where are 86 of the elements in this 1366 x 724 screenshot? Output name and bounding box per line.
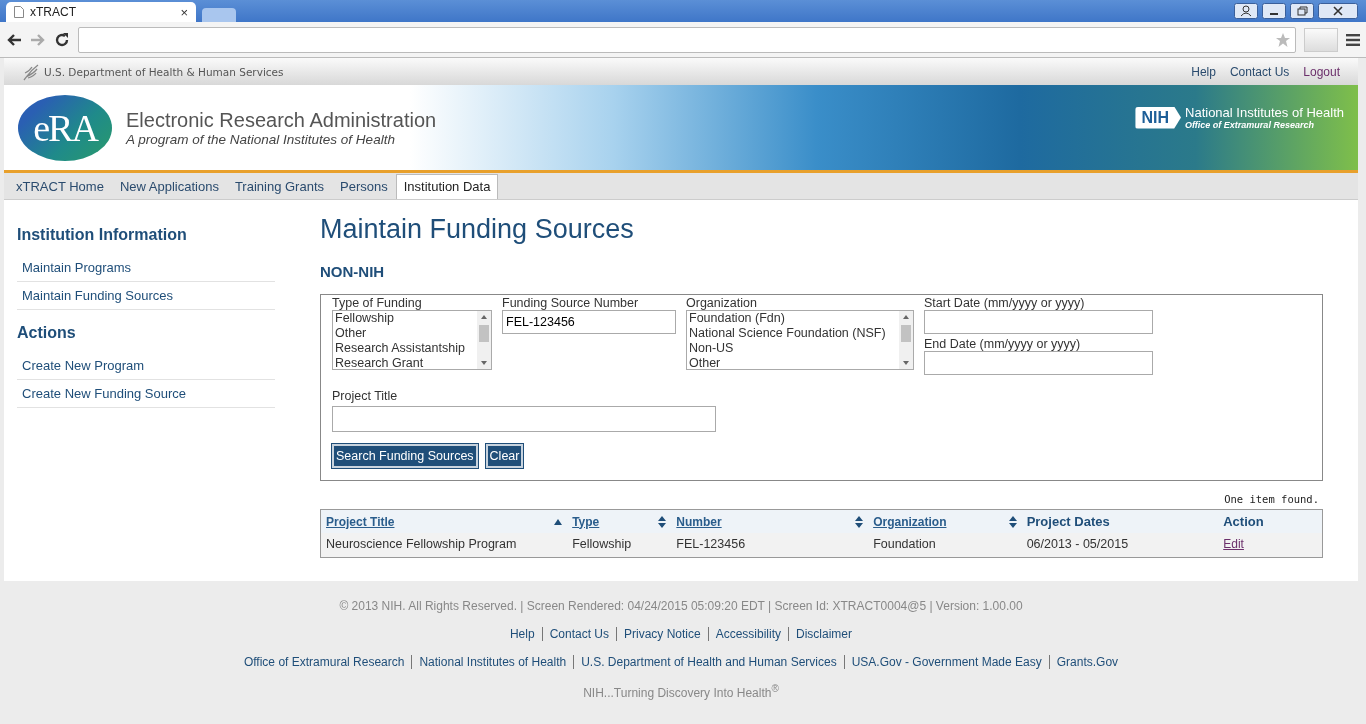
column-sort-link[interactable]: Project Title	[326, 514, 395, 529]
funding-number-field[interactable]: FEL-123456	[502, 310, 676, 334]
footer-link[interactable]: U.S. Department of Health and Human Services	[581, 655, 837, 669]
footer-link[interactable]: Grants.Gov	[1056, 655, 1119, 669]
nav-tab[interactable]: xTRACT Home	[8, 174, 112, 199]
header-link[interactable]: Contact Us	[1229, 64, 1290, 79]
nih-logo: NIH	[1135, 106, 1181, 129]
list-option[interactable]: National Science Foundation (NSF)	[689, 326, 899, 341]
page-icon	[14, 6, 24, 18]
back-icon[interactable]	[6, 32, 22, 47]
field-label: Project Title	[332, 389, 399, 403]
footer-link[interactable]: Accessibility	[715, 627, 782, 641]
field-label: Funding Source Number	[502, 296, 640, 310]
sort-ascending-icon[interactable]	[554, 518, 563, 525]
close-icon[interactable]	[1318, 3, 1358, 19]
sort-icon[interactable]	[658, 515, 667, 528]
table-cell: FEL-123456	[676, 537, 746, 551]
column-header: Action	[1223, 514, 1264, 529]
field-label: Type of Funding	[332, 296, 423, 310]
sidebar-link[interactable]: Maintain Funding Sources	[17, 282, 275, 310]
project-title-field[interactable]	[332, 406, 716, 432]
list-option[interactable]: Research Assistantship	[335, 341, 477, 356]
sort-icon[interactable]	[855, 515, 864, 528]
minimize-icon[interactable]	[1262, 3, 1286, 19]
star-icon[interactable]	[1275, 31, 1291, 48]
list-option[interactable]: Other	[689, 356, 899, 369]
sidebar-heading: Actions	[17, 324, 77, 342]
nav-tab[interactable]: Training Grants	[226, 174, 332, 199]
restore-icon[interactable]	[1290, 3, 1314, 19]
table-cell: Fellowship	[572, 537, 632, 551]
table-cell: Foundation	[873, 537, 936, 551]
result-count: One item found.	[1223, 493, 1319, 505]
nih-title: National Institutes of Health	[1185, 105, 1344, 120]
banner-title: Electronic Research Administration	[126, 108, 437, 132]
table-cell: 06/2013 - 05/2015	[1026, 537, 1129, 551]
list-option[interactable]: Foundation (Fdn)	[689, 311, 899, 326]
list-option[interactable]: Other	[335, 326, 477, 341]
organization-listbox[interactable]: Foundation (Fdn) National Science Foundation (NSF) Non-US Other	[686, 310, 914, 370]
edit-link[interactable]: Edit	[1223, 537, 1244, 551]
field-label: End Date (mm/yyyy or yyyy)	[924, 337, 1082, 351]
list-option[interactable]: Research Grant	[335, 356, 477, 369]
scrollbar-drawing[interactable]	[899, 311, 913, 369]
sort-icon[interactable]	[1008, 515, 1017, 528]
agency-name: U.S. Department of Health & Human Services	[44, 65, 284, 78]
sidebar-link[interactable]: Maintain Programs	[17, 254, 275, 282]
footer-link[interactable]: Help	[509, 627, 535, 641]
footer-link[interactable]: USA.Gov - Government Made Easy	[851, 655, 1042, 669]
browser-tab[interactable]: xTRACT ×	[6, 2, 196, 22]
nav-tab[interactable]: New Applications	[111, 174, 227, 199]
list-option[interactable]: Non-US	[689, 341, 899, 356]
form-button[interactable]: Clear	[485, 444, 524, 468]
table-cell: Neuroscience Fellowship Program	[326, 537, 517, 551]
user-icon[interactable]	[1234, 3, 1258, 19]
nih-subtitle: Office of Extramural Research	[1185, 120, 1315, 130]
nav-tab[interactable]: Persons	[332, 174, 396, 199]
footer-link[interactable]: Disclaimer	[796, 627, 853, 641]
header-link[interactable]: Help	[1191, 64, 1216, 79]
tagline: NIH...Turning Discovery Into Health$^{®}$	[582, 683, 780, 700]
page-title: Maintain Funding Sources	[320, 214, 635, 245]
sidebar-link[interactable]: Create New Funding Source	[17, 380, 275, 408]
field-label: Organization	[686, 296, 758, 310]
list-option[interactable]: Fellowship	[335, 311, 477, 326]
footer-link[interactable]: Privacy Notice	[624, 627, 701, 641]
section-title: NON-NIH	[320, 263, 386, 280]
form-button[interactable]: Search Funding Sources	[332, 444, 478, 468]
sidebar-link[interactable]: Create New Program	[17, 352, 275, 380]
column-sort-link[interactable]: Type	[572, 514, 600, 529]
banner-subtitle: A program of the National Institutes of Health	[126, 131, 396, 147]
start-date-field[interactable]	[924, 310, 1153, 334]
footer-link[interactable]: Office of Extramural Research	[243, 655, 405, 669]
funding-type-listbox[interactable]: Fellowship Other Research Assistantship Research Grant	[332, 310, 492, 370]
column-sort-link[interactable]: Number	[676, 514, 722, 529]
reload-icon[interactable]	[54, 31, 70, 48]
footer-link[interactable]: National Institutes of Health	[419, 655, 567, 669]
end-date-field[interactable]	[924, 351, 1153, 375]
field-label: Start Date (mm/yyyy or yyyy)	[924, 296, 1086, 310]
copyright-text: © 2013 NIH. All Rights Reserved. | Screen Rendered: 04/24/2015 05:09:20 EDT | Screen Id: XTRACT0004@5 | Version: 1.00.00	[338, 599, 1024, 613]
nav-tab[interactable]: Institution Data	[395, 174, 499, 199]
sidebar-heading: Institution Information	[17, 226, 188, 244]
menu-icon[interactable]	[1346, 33, 1360, 46]
header-link[interactable]: Logout	[1303, 64, 1340, 79]
era-logo: eRA	[18, 94, 112, 161]
footer-link[interactable]: Contact Us	[549, 627, 609, 641]
column-header: Project Dates	[1026, 514, 1110, 529]
scrollbar-drawing[interactable]	[477, 311, 491, 369]
close-tab-button[interactable]: ×	[180, 4, 188, 20]
